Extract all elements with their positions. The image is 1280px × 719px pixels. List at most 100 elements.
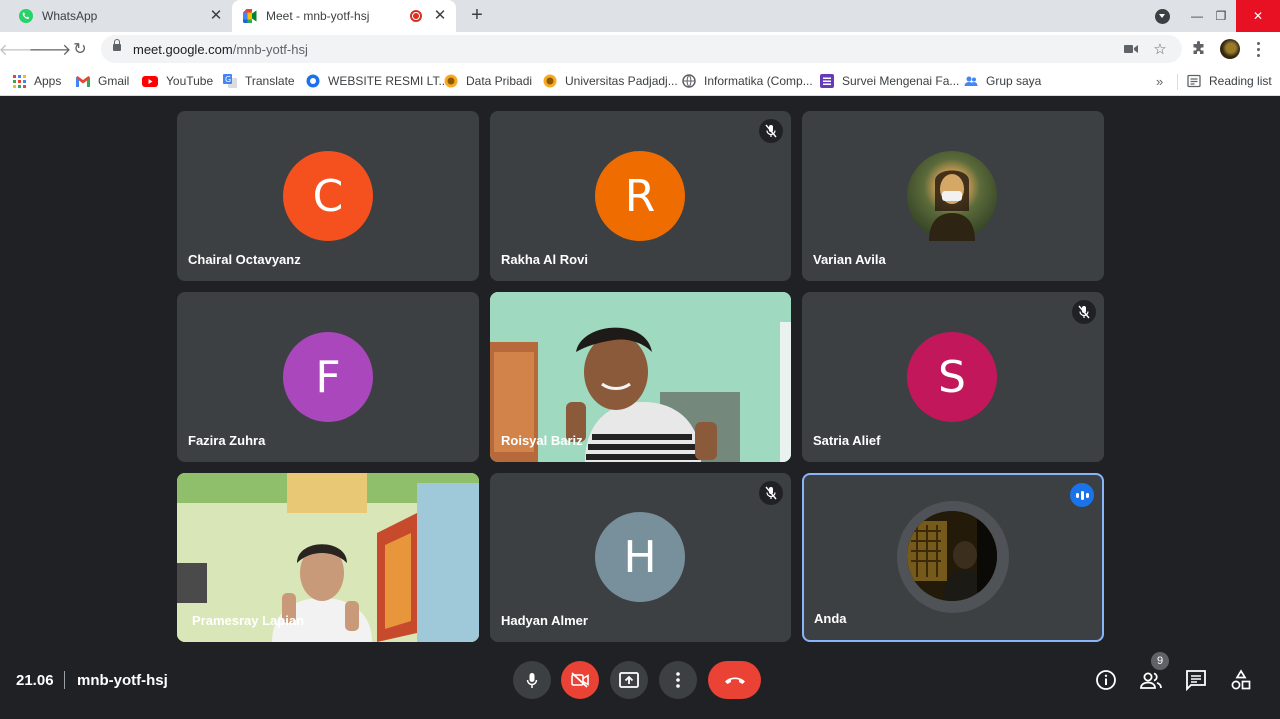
chat-icon[interactable] — [1184, 668, 1208, 692]
bookmark-star-icon[interactable]: ☆ — [1152, 41, 1168, 58]
profile-avatar[interactable] — [1220, 39, 1240, 59]
tab-title: WhatsApp — [42, 9, 98, 23]
activities-icon[interactable] — [1229, 668, 1253, 692]
participant-tile[interactable]: C Chairal Octavyanz — [177, 111, 479, 281]
gmail-icon — [76, 74, 90, 88]
more-vert-icon — [676, 672, 680, 688]
present-screen-button[interactable] — [610, 661, 648, 699]
bookmark-label: Universitas Padjadj... — [565, 74, 678, 88]
participant-name: Fazira Zuhra — [188, 433, 266, 448]
bookmark-data-pribadi[interactable]: Data Pribadi — [444, 72, 532, 90]
whatsapp-icon — [19, 9, 33, 23]
youtube-icon — [142, 74, 158, 88]
address-bar[interactable]: meet.google.com/mnb-yotf-hsj ☆ — [101, 35, 1182, 63]
website-logo-icon — [306, 74, 320, 88]
participant-tile[interactable]: H Hadyan Almer — [490, 473, 791, 642]
microphone-muted-icon — [759, 481, 783, 505]
camera-off-icon — [571, 672, 589, 688]
people-icon[interactable] — [1139, 668, 1163, 692]
bookmark-universitas-padjadjaran[interactable]: Universitas Padjadj... — [543, 72, 678, 90]
participant-name: Pramesray Lapian — [192, 613, 305, 628]
participant-avatar: H — [595, 512, 685, 602]
google-meet-icon — [243, 9, 257, 23]
tab-whatsapp[interactable]: WhatsApp ✕ — [8, 0, 232, 32]
bookmark-label: YouTube — [166, 74, 214, 88]
tab-search-icon[interactable] — [1155, 9, 1170, 24]
more-options-button[interactable] — [659, 661, 697, 699]
reading-list-icon — [1187, 74, 1201, 88]
bookmark-label: Grup saya — [986, 74, 1042, 88]
close-tab-icon[interactable]: ✕ — [432, 8, 448, 24]
bookmark-website-resmi[interactable]: WEBSITE RESMI LT... — [306, 72, 448, 90]
groups-icon — [964, 74, 978, 88]
participant-avatar: F — [283, 332, 373, 422]
reload-button[interactable]: ↻ — [69, 38, 91, 60]
bookmark-label: Gmail — [98, 74, 130, 88]
microphone-muted-icon — [1072, 300, 1096, 324]
more-bookmarks-button[interactable]: » — [1156, 74, 1163, 89]
meeting-time: 21.06 — [16, 672, 54, 689]
participant-tile[interactable]: Varian Avila — [802, 111, 1104, 281]
bookmark-label: Apps — [34, 74, 62, 88]
present-screen-icon — [619, 672, 639, 688]
extensions-puzzle-icon[interactable] — [1190, 40, 1208, 58]
self-view-tile[interactable]: Anda — [802, 473, 1104, 642]
leave-call-button[interactable] — [708, 661, 761, 699]
hang-up-icon — [724, 677, 745, 684]
bookmark-youtube[interactable]: YouTube — [142, 72, 213, 90]
lock-icon — [113, 39, 121, 51]
restore-window-button[interactable]: ❐ — [1206, 0, 1236, 32]
meeting-controls-bar: 21.06 mnb-yotf-hsj — [0, 654, 1280, 719]
time-code-divider — [64, 671, 65, 689]
participant-avatar: R — [595, 151, 685, 241]
browser-menu-icon[interactable] — [1254, 40, 1262, 58]
participant-tile[interactable]: S Satria Alief — [802, 292, 1104, 462]
participant-tile[interactable]: F Fazira Zuhra — [177, 292, 479, 462]
bookmark-label: Translate — [245, 74, 295, 88]
browser-toolbar: 🡐 🡒 ↻ meet.google.com/mnb-yotf-hsj ☆ — [0, 32, 1280, 66]
participant-video-tile[interactable]: Roisyal Bariz — [490, 292, 791, 462]
tab-strip: WhatsApp ✕ Meet - mnb-yotf-hsj ✕ + — ❐ ✕ — [0, 0, 1280, 32]
tab-meet[interactable]: Meet - mnb-yotf-hsj ✕ — [232, 0, 456, 32]
meeting-details-icon[interactable] — [1094, 668, 1118, 692]
close-tab-icon[interactable]: ✕ — [208, 8, 224, 24]
bookmark-informatika[interactable]: Informatika (Comp... — [682, 72, 813, 90]
recording-indicator-icon — [410, 10, 422, 22]
participant-video-tile[interactable]: Pramesray Lapian — [177, 473, 479, 642]
bookmark-translate[interactable]: G Translate — [223, 72, 295, 90]
close-window-button[interactable]: ✕ — [1236, 0, 1280, 32]
participant-name: Rakha Al Rovi — [501, 252, 588, 267]
profile-photo-avatar — [907, 151, 997, 241]
participant-tile[interactable]: R Rakha Al Rovi — [490, 111, 791, 281]
unpad-logo-icon — [444, 74, 458, 88]
bookmark-grup-saya[interactable]: Grup saya — [964, 72, 1041, 90]
bookmarks-bar: Apps Gmail YouTube G Translate WEBSITE R… — [0, 66, 1280, 96]
participant-name: Anda — [814, 611, 847, 626]
bookmark-gmail[interactable]: Gmail — [76, 72, 129, 90]
microphone-icon — [526, 672, 538, 688]
camera-in-use-icon[interactable] — [1123, 41, 1139, 57]
forward-button[interactable]: 🡒 — [29, 38, 72, 60]
tab-title: Meet - mnb-yotf-hsj — [266, 9, 370, 23]
reading-list-button[interactable]: Reading list — [1187, 72, 1272, 90]
participant-name: Chairal Octavyanz — [188, 252, 301, 267]
mona-lisa-photo — [929, 170, 975, 241]
profile-photo-avatar — [907, 511, 997, 601]
microphone-toggle-button[interactable] — [513, 661, 551, 699]
participant-name: Satria Alief — [813, 433, 881, 448]
meeting-code: mnb-yotf-hsj — [77, 672, 168, 689]
reading-list-label: Reading list — [1209, 74, 1272, 88]
url-text[interactable]: meet.google.com/mnb-yotf-hsj — [133, 42, 308, 57]
camera-toggle-button[interactable] — [561, 661, 599, 699]
new-tab-button[interactable]: + — [466, 4, 488, 27]
bookmark-survei[interactable]: Survei Mengenai Fa... — [820, 72, 959, 90]
translate-icon: G — [223, 74, 237, 88]
svg-text:G: G — [225, 75, 231, 84]
url-path: /mnb-yotf-hsj — [232, 42, 308, 57]
bookmark-apps[interactable]: Apps — [12, 72, 61, 90]
bookmark-label: Survei Mengenai Fa... — [842, 74, 960, 88]
participant-avatar: C — [283, 151, 373, 241]
url-host: meet.google.com — [133, 42, 233, 57]
bookmarks-divider — [1177, 74, 1178, 90]
bookmark-label: WEBSITE RESMI LT... — [328, 74, 449, 88]
